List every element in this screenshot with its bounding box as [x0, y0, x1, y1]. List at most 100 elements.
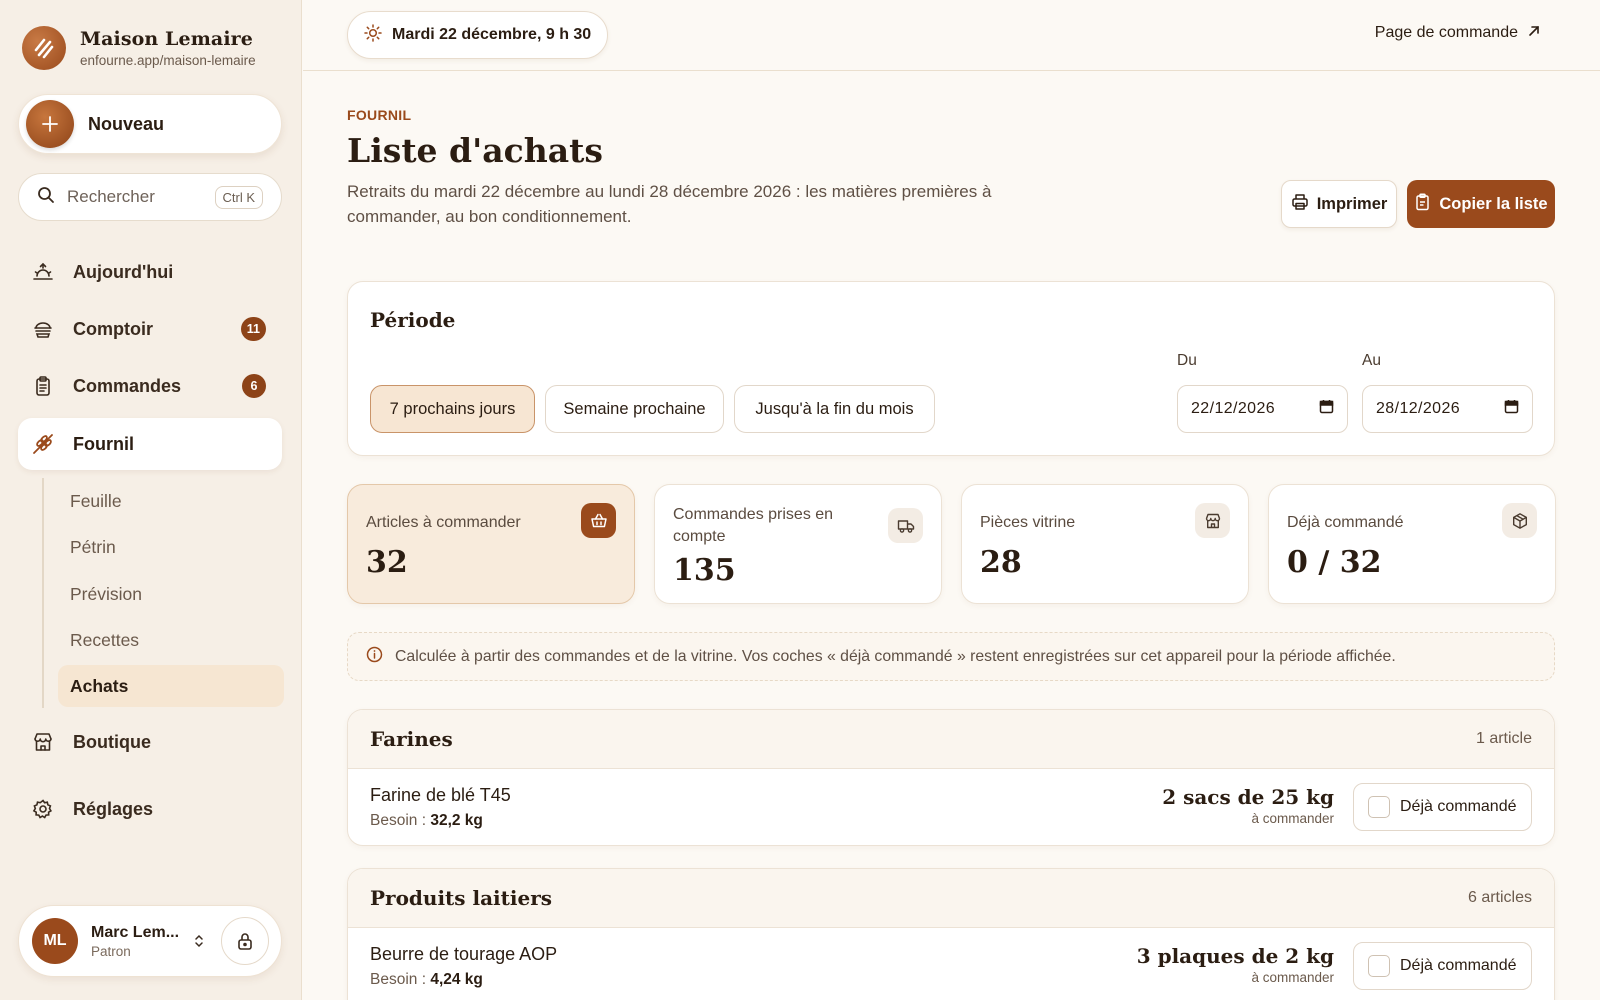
- nav-label-settings: Réglages: [73, 798, 154, 819]
- truck-icon: [888, 508, 923, 543]
- nav-label-orders: Commandes: [73, 375, 182, 396]
- stat-showcase-pieces: Pièces vitrine 28: [961, 484, 1249, 604]
- page-title: Liste d'achats: [347, 131, 603, 170]
- search-shortcut: Ctrl K: [214, 185, 263, 209]
- already-ordered-toggle[interactable]: Déjà commandé: [1353, 783, 1532, 831]
- search-input[interactable]: Rechercher Ctrl K: [18, 173, 282, 221]
- calendar-icon: [1504, 399, 1519, 419]
- counter-icon: [31, 317, 55, 341]
- section-header: Farines 1 article: [348, 710, 1554, 769]
- stat-value: 135: [673, 553, 736, 588]
- item-need-label: Besoin :: [370, 812, 427, 829]
- nav-item-counter[interactable]: Comptoir 11: [18, 303, 282, 355]
- section-header: Produits laitiers 6 articles: [348, 869, 1554, 928]
- nav-label-bakehouse: Fournil: [73, 433, 134, 454]
- item-quantity: 2 sacs de 25 kg à commander: [1162, 785, 1334, 826]
- basket-icon: [581, 503, 616, 538]
- lock-icon: [238, 933, 252, 950]
- item-quantity-value: 2 sacs de 25 kg: [1162, 785, 1334, 809]
- nav-item-shop[interactable]: Boutique: [18, 716, 282, 768]
- already-ordered-label: Déjà commandé: [1400, 798, 1517, 815]
- calendar-icon: [1319, 399, 1334, 419]
- page-eyebrow: FOURNIL: [347, 107, 412, 123]
- checkbox[interactable]: [1368, 796, 1390, 818]
- section-title: Produits laitiers: [370, 886, 553, 910]
- nav-label-counter: Comptoir: [73, 318, 153, 339]
- section-count: 1 article: [1475, 730, 1532, 747]
- checkbox[interactable]: [1368, 955, 1390, 977]
- lock-button[interactable]: [221, 917, 269, 965]
- new-button[interactable]: Nouveau: [18, 94, 282, 154]
- page-subtitle: Retraits du mardi 22 décembre au lundi 2…: [347, 182, 992, 226]
- from-label: Du: [1177, 352, 1197, 369]
- top-bar: Mardi 22 décembre, 9 h 30 Page de comman…: [303, 0, 1600, 71]
- print-button[interactable]: Imprimer: [1281, 180, 1397, 228]
- brand[interactable]: Maison Lemaire enfourne.app/maison-lemai…: [22, 26, 256, 70]
- item-need: Besoin : 4,24 kg: [370, 971, 483, 989]
- preset-next-week[interactable]: Semaine prochaine: [545, 385, 724, 433]
- to-label: Au: [1362, 352, 1381, 369]
- user-name: Marc Lem...: [91, 923, 180, 941]
- info-icon: [366, 646, 383, 668]
- clipboard-icon: [31, 374, 55, 398]
- item-quantity: 3 plaques de 2 kg à commander: [1137, 944, 1334, 985]
- item-quantity-caption: à commander: [1251, 970, 1334, 985]
- store-icon: [31, 730, 55, 754]
- section-title: Farines: [370, 727, 453, 751]
- counter-badge: 11: [240, 317, 266, 341]
- orders-badge: 6: [242, 374, 266, 398]
- category-section-flours: Farines 1 article Farine de blé T45 Beso…: [347, 709, 1555, 846]
- info-note: Calculée à partir des commandes et de la…: [347, 632, 1555, 681]
- sun-icon: [364, 23, 382, 47]
- category-section-dairy: Produits laitiers 6 articles Beurre de t…: [347, 868, 1555, 1000]
- store-icon: [1195, 503, 1230, 538]
- copy-list-button-label: Copier la liste: [1439, 194, 1548, 213]
- brand-name: Maison Lemaire: [80, 28, 253, 50]
- print-button-label: Imprimer: [1316, 194, 1388, 213]
- from-date-value: 22/12/2026: [1191, 400, 1276, 417]
- chevron-up-down-icon[interactable]: [191, 933, 207, 949]
- subnav-item-purchases[interactable]: Achats: [58, 665, 284, 707]
- to-date-value: 28/12/2026: [1376, 400, 1461, 417]
- subnav-item-forecast[interactable]: Prévision: [58, 573, 284, 615]
- subnav-item-recipes[interactable]: Recettes: [58, 619, 284, 661]
- item-name: Beurre de tourage AOP: [370, 944, 558, 964]
- preset-next-7-days[interactable]: 7 prochains jours: [370, 385, 535, 433]
- stat-label: Déjà commandé: [1287, 514, 1404, 531]
- subnav-item-kneader[interactable]: Pétrin: [58, 526, 284, 568]
- list-item: Farine de blé T45 Besoin : 32,2 kg 2 sac…: [348, 769, 1554, 845]
- user-card[interactable]: ML Marc Lem... Patron: [18, 905, 282, 977]
- order-page-label: Page de commande: [1374, 24, 1518, 41]
- item-name: Farine de blé T45: [370, 785, 511, 805]
- order-page-link[interactable]: Page de commande: [1375, 24, 1540, 42]
- nav-item-bakehouse[interactable]: Fournil: [18, 418, 282, 470]
- avatar: ML: [32, 918, 78, 964]
- from-date-input[interactable]: 22/12/2026: [1177, 385, 1348, 433]
- stat-value: 28: [980, 545, 1022, 580]
- clipboard-copy-icon: [1414, 192, 1431, 216]
- info-note-text: Calculée à partir des commandes et de la…: [395, 647, 1396, 665]
- item-need-value: 32,2 kg: [430, 812, 483, 829]
- date-chip[interactable]: Mardi 22 décembre, 9 h 30: [347, 11, 609, 59]
- list-item: Beurre de tourage AOP Besoin : 4,24 kg 3…: [348, 928, 1554, 1000]
- item-need: Besoin : 32,2 kg: [370, 812, 483, 830]
- current-date: Mardi 22 décembre, 9 h 30: [392, 26, 592, 43]
- period-title: Période: [370, 308, 456, 332]
- preset-end-of-month[interactable]: Jusqu'à la fin du mois: [734, 385, 935, 433]
- sunrise-icon: [31, 260, 55, 284]
- printer-icon: [1291, 193, 1309, 216]
- already-ordered-toggle[interactable]: Déjà commandé: [1353, 942, 1532, 990]
- already-ordered-label: Déjà commandé: [1400, 957, 1517, 974]
- copy-list-button[interactable]: Copier la liste: [1407, 180, 1555, 228]
- search-icon: [37, 186, 55, 209]
- nav-item-orders[interactable]: Commandes 6: [18, 360, 282, 412]
- period-card: Période 7 prochains jours Semaine procha…: [347, 281, 1555, 456]
- stat-label: Articles à commander: [366, 514, 521, 531]
- subnav-item-sheet[interactable]: Feuille: [58, 480, 284, 522]
- nav-item-settings[interactable]: Réglages: [18, 783, 282, 835]
- nav-label-shop: Boutique: [73, 731, 151, 752]
- to-date-input[interactable]: 28/12/2026: [1362, 385, 1533, 433]
- search-placeholder: Rechercher: [67, 187, 155, 206]
- nav-item-today[interactable]: Aujourd'hui: [18, 246, 282, 298]
- brand-url: enfourne.app/maison-lemaire: [80, 53, 256, 68]
